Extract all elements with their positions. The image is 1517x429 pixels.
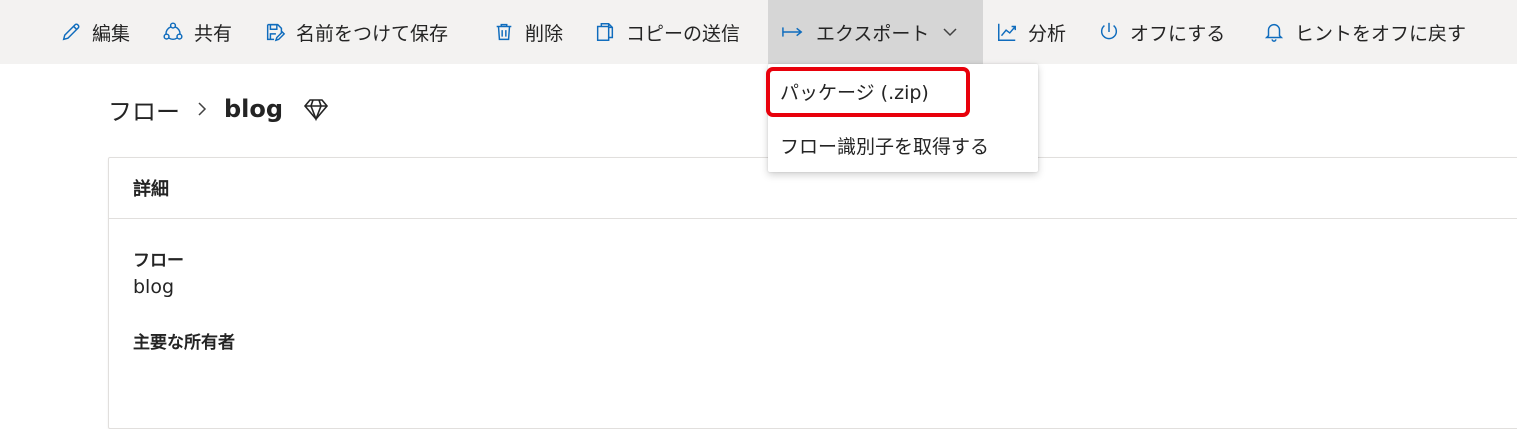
flow-label: フロー — [133, 251, 184, 271]
send-copy-label: コピーの送信 — [626, 22, 741, 45]
save-as-icon — [264, 21, 286, 43]
turn-off-button[interactable]: オフにする — [1098, 0, 1225, 64]
bell-icon — [1263, 21, 1285, 43]
edit-label: 編集 — [92, 22, 131, 45]
delete-button[interactable]: 削除 — [493, 0, 563, 64]
edit-button[interactable]: 編集 — [60, 0, 130, 64]
export-arrow-icon — [780, 21, 806, 43]
analytics-label: 分析 — [1028, 22, 1067, 45]
power-icon — [1098, 21, 1120, 43]
menu-item-package-zip[interactable]: パッケージ (.zip) — [768, 64, 1038, 118]
chart-line-icon — [996, 21, 1018, 43]
menu-item-get-flow-identifier[interactable]: フロー識別子を取得する — [768, 118, 1038, 172]
share-label: 共有 — [194, 22, 233, 45]
save-as-button[interactable]: 名前をつけて保存 — [264, 0, 448, 64]
delete-label: 削除 — [525, 22, 564, 45]
export-button[interactable]: エクスポート — [768, 0, 983, 64]
hints-label: ヒントをオフに戻す — [1295, 22, 1467, 45]
chevron-right-icon — [196, 99, 208, 119]
share-button[interactable]: 共有 — [162, 0, 232, 64]
copy-icon — [594, 21, 616, 43]
chevron-down-icon — [941, 23, 959, 41]
pencil-icon — [60, 21, 82, 43]
owner-label: 主要な所有者 — [133, 333, 235, 353]
breadcrumb: フロー blog — [108, 90, 329, 128]
share-icon — [162, 21, 184, 43]
command-bar: 編集 共有 名前をつけて保存 削除 コピーの送信 エクスポート 分析 オフにする… — [0, 0, 1517, 64]
turn-off-label: オフにする — [1130, 22, 1226, 45]
export-label: エクスポート — [816, 22, 930, 45]
breadcrumb-root[interactable]: フロー — [108, 92, 180, 127]
flow-value: blog — [133, 276, 175, 298]
breadcrumb-current: blog — [224, 95, 284, 123]
details-card: 詳細 フロー blog 主要な所有者 — [108, 157, 1517, 429]
hints-button[interactable]: ヒントをオフに戻す — [1263, 0, 1466, 64]
analytics-button[interactable]: 分析 — [996, 0, 1066, 64]
trash-icon — [493, 21, 515, 43]
save-as-label: 名前をつけて保存 — [296, 22, 449, 45]
send-copy-button[interactable]: コピーの送信 — [594, 0, 740, 64]
export-menu: パッケージ (.zip) フロー識別子を取得する — [768, 64, 1038, 172]
premium-diamond-icon[interactable] — [303, 96, 329, 122]
